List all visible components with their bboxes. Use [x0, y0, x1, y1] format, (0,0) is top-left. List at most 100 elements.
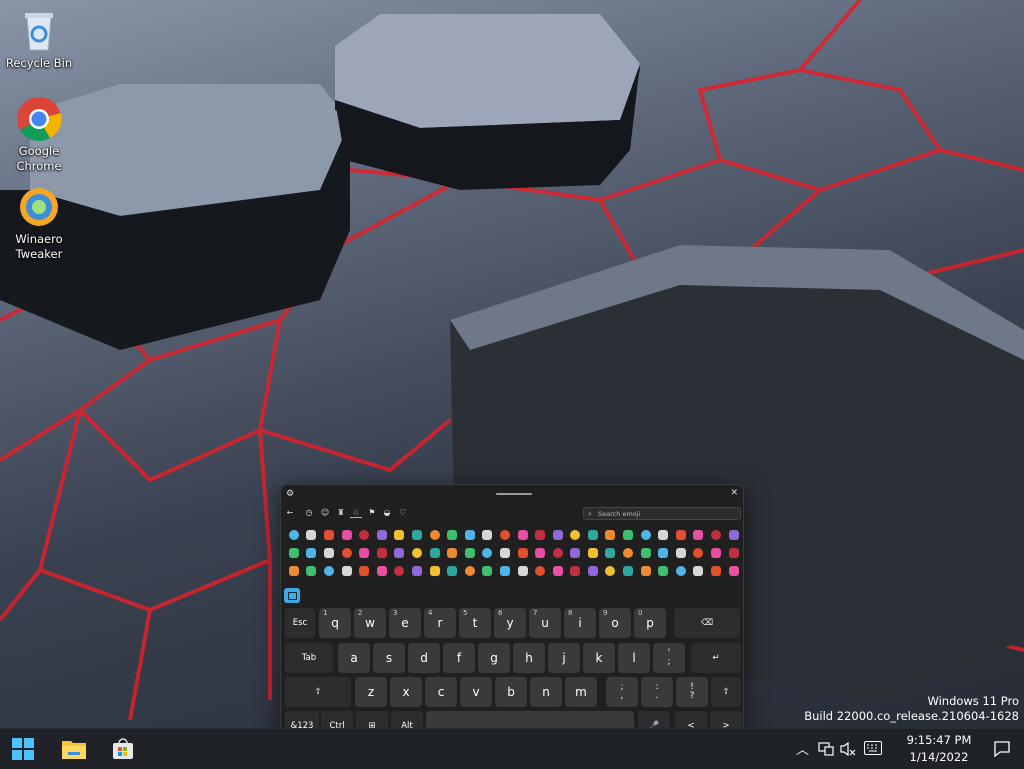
emoji-icon[interactable] [707, 527, 725, 543]
emoji-icon[interactable] [584, 545, 602, 561]
emoji-icon[interactable] [391, 563, 409, 579]
desktop-icon-recycle-bin[interactable]: Recycle Bin [4, 8, 74, 71]
key-row1-5[interactable]: 5t [459, 608, 491, 638]
emoji-icon[interactable] [567, 563, 585, 579]
key-row1-1[interactable]: 1q [319, 608, 351, 638]
key-row2-4[interactable]: f [443, 643, 475, 673]
emoji-icon[interactable] [443, 563, 461, 579]
emoji-icon[interactable] [479, 545, 497, 561]
emoji-icon[interactable] [514, 527, 532, 543]
key-row1-9[interactable]: 9o [599, 608, 631, 638]
emoji-icon[interactable] [303, 527, 321, 543]
emoji-icon[interactable] [514, 545, 532, 561]
recent-icon[interactable]: ◷ [303, 508, 315, 517]
emoji-icon[interactable] [426, 563, 444, 579]
key-row3-2[interactable]: x [390, 677, 422, 707]
heart-icon[interactable]: ♡ [397, 508, 409, 517]
key-row2-3[interactable]: d [408, 643, 440, 673]
emoji-icon[interactable] [725, 563, 743, 579]
key-row1-7[interactable]: 7u [529, 608, 561, 638]
emoji-icon[interactable] [549, 563, 567, 579]
emoji-icon[interactable] [479, 563, 497, 579]
key-row1-0[interactable]: Esc [285, 608, 315, 638]
emoji-icon[interactable] [338, 527, 356, 543]
emoji-icon[interactable] [707, 545, 725, 561]
emoji-icon[interactable] [461, 563, 479, 579]
touch-keyboard-icon[interactable] [864, 741, 882, 757]
emoji-icon[interactable] [619, 545, 637, 561]
key-row3-8[interactable]: ;, [606, 677, 638, 707]
drag-handle[interactable] [496, 493, 532, 495]
taskbar-file-explorer[interactable] [54, 729, 94, 769]
smiley-icon[interactable]: ☺ [319, 508, 331, 517]
key-row3-0[interactable]: ⇧ [285, 677, 351, 707]
emoji-icon[interactable] [584, 563, 602, 579]
key-row1-2[interactable]: 2w [354, 608, 386, 638]
taskbar-microsoft-store[interactable] [103, 729, 143, 769]
emoji-icon[interactable] [725, 527, 743, 543]
emoji-icon[interactable] [408, 527, 426, 543]
key-row2-0[interactable]: Tab [285, 643, 333, 673]
emoji-icon[interactable] [690, 545, 708, 561]
emoji-icon[interactable] [355, 563, 373, 579]
key-row1-6[interactable]: 6y [494, 608, 526, 638]
emoji-icon[interactable] [320, 545, 338, 561]
emoji-icon[interactable] [391, 545, 409, 561]
emoji-icon[interactable] [654, 545, 672, 561]
emoji-icon[interactable] [496, 563, 514, 579]
emoji-icon[interactable] [531, 563, 549, 579]
key-row3-10[interactable]: !? [676, 677, 708, 707]
emoji-icon[interactable] [461, 545, 479, 561]
key-row3-7[interactable]: m [565, 677, 597, 707]
emoji-icon[interactable] [391, 527, 409, 543]
keyboard-title-bar[interactable]: ⚙ ✕ [281, 485, 743, 503]
emoji-icon[interactable] [567, 545, 585, 561]
emoji-icon[interactable] [531, 527, 549, 543]
key-row2-2[interactable]: s [373, 643, 405, 673]
emoji-icon[interactable] [602, 527, 620, 543]
emoji-icon[interactable] [373, 527, 391, 543]
emoji-icon[interactable] [690, 527, 708, 543]
emoji-icon[interactable] [373, 563, 391, 579]
emoji-icon[interactable] [637, 527, 655, 543]
emoji-icon[interactable] [373, 545, 391, 561]
desktop-icon-winaero-tweaker[interactable]: Winaero Tweaker [4, 184, 74, 262]
clock[interactable]: 9:15:47 PM 1/14/2022 [904, 732, 974, 766]
emoji-icon[interactable] [461, 527, 479, 543]
emoji-icon[interactable] [303, 545, 321, 561]
emoji-icon[interactable] [602, 563, 620, 579]
chevron-up-icon[interactable]: ︿ [796, 739, 812, 758]
key-row1-10[interactable]: 0p [634, 608, 666, 638]
emoji-icon[interactable] [320, 563, 338, 579]
key-row1-4[interactable]: 4r [424, 608, 456, 638]
emoji-icon[interactable] [285, 527, 303, 543]
key-row2-11[interactable]: ↵ [691, 643, 741, 673]
emoji-icon[interactable] [514, 563, 532, 579]
key-row3-4[interactable]: v [460, 677, 492, 707]
start-button[interactable] [3, 729, 43, 769]
emoji-icon[interactable] [672, 563, 690, 579]
people-icon[interactable]: ♜ [335, 508, 347, 517]
key-row3-11[interactable]: ⇧ [711, 677, 741, 707]
flag-icon[interactable]: ⚑ [366, 508, 378, 517]
touch-keyboard[interactable]: ⚙ ✕ ← ◷ ☺ ♜ ♘ ⚑ ◒ ♡ ⌕ Search emoji Esc 1 q… [280, 484, 744, 744]
emoji-icon[interactable] [408, 563, 426, 579]
emoji-icon[interactable] [443, 527, 461, 543]
back-arrow-icon[interactable]: ← [284, 508, 296, 517]
key-row2-10[interactable]: '; [653, 643, 685, 673]
key-row2-6[interactable]: h [513, 643, 545, 673]
emoji-icon[interactable] [690, 563, 708, 579]
key-row2-1[interactable]: a [338, 643, 370, 673]
emoji-icon[interactable] [637, 563, 655, 579]
keyboard-mode-icon[interactable] [284, 588, 300, 603]
emoji-search-input[interactable]: ⌕ Search emoji [583, 507, 741, 520]
key-row2-9[interactable]: l [618, 643, 650, 673]
emoji-icon[interactable] [496, 545, 514, 561]
notification-icon[interactable] [994, 741, 1010, 758]
emoji-icon[interactable] [285, 563, 303, 579]
close-icon[interactable]: ✕ [730, 488, 738, 498]
emoji-icon[interactable] [725, 545, 743, 561]
key-row3-1[interactable]: z [355, 677, 387, 707]
emoji-icon[interactable] [602, 545, 620, 561]
emoji-icon[interactable] [531, 545, 549, 561]
